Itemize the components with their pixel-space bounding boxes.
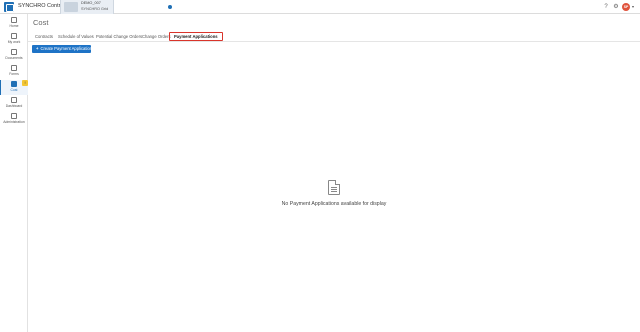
page-title: Cost [33, 18, 49, 27]
sidebar: Home My work Documents Forms Cost ! Dash… [0, 14, 28, 332]
sidebar-item-home[interactable]: Home [0, 16, 28, 31]
project-thumbnail [64, 2, 78, 12]
tab-change-orders[interactable]: Change Orders [140, 32, 173, 41]
sidebar-item-my-work[interactable]: My work [0, 32, 28, 47]
inbox-icon [11, 33, 17, 39]
document-line [331, 187, 337, 188]
alert-badge: ! [22, 80, 28, 86]
sidebar-item-label: My work [7, 40, 21, 44]
chevron-down-icon[interactable]: ▾ [632, 4, 634, 9]
sidebar-item-label: Home [9, 24, 19, 28]
document-line [331, 191, 337, 192]
top-bar: SYNCHRO Control DEMO_007 SYNCHRO Grid ? … [0, 0, 640, 14]
help-icon[interactable]: ? [602, 3, 610, 11]
project-status-dot-icon[interactable] [168, 5, 172, 9]
document-icon [328, 180, 340, 195]
sidebar-item-cost[interactable]: Cost ! [0, 80, 28, 95]
project-subtitle: SYNCHRO Grid [81, 7, 109, 11]
document-line [331, 189, 337, 190]
tab-schedule-of-values[interactable]: Schedule of Values [56, 32, 96, 41]
tab-potential-change-orders[interactable]: Potential Change Orders [94, 32, 144, 41]
dashboard-icon [11, 97, 17, 103]
settings-icon[interactable]: ⚙ [612, 3, 620, 11]
sidebar-item-label: Dashboard [5, 104, 23, 108]
synchro-logo-icon[interactable] [4, 2, 14, 12]
document-icon [11, 49, 17, 55]
create-button-label: Create Payment Application [40, 46, 93, 51]
sidebar-item-label: Forms [9, 72, 19, 76]
create-payment-application-button[interactable]: + Create Payment Application [32, 45, 93, 53]
sidebar-item-administration[interactable]: Administration [0, 112, 28, 127]
cost-icon [11, 81, 17, 87]
user-avatar[interactable]: SP [622, 3, 630, 11]
project-name: DEMO_007 [81, 1, 101, 5]
tab-divider [28, 41, 640, 42]
app-title: SYNCHRO Control [18, 3, 65, 9]
home-icon [11, 17, 17, 23]
sidebar-item-forms[interactable]: Forms [0, 64, 28, 79]
forms-icon [11, 65, 17, 71]
sidebar-item-dashboard[interactable]: Dashboard [0, 96, 28, 111]
sidebar-item-label: Cost [10, 88, 18, 92]
plus-icon: + [36, 46, 39, 51]
empty-state-message: No Payment Applications available for di… [281, 201, 387, 207]
tab-payment-applications[interactable]: Payment Applications [169, 32, 223, 41]
admin-icon [11, 113, 17, 119]
sidebar-item-documents[interactable]: Documents [0, 48, 28, 63]
sidebar-item-label: Documents [5, 56, 23, 60]
project-selector[interactable]: DEMO_007 SYNCHRO Grid [60, 0, 172, 14]
sidebar-item-label: Administration [3, 120, 25, 124]
tab-contracts[interactable]: Contracts [33, 32, 55, 41]
